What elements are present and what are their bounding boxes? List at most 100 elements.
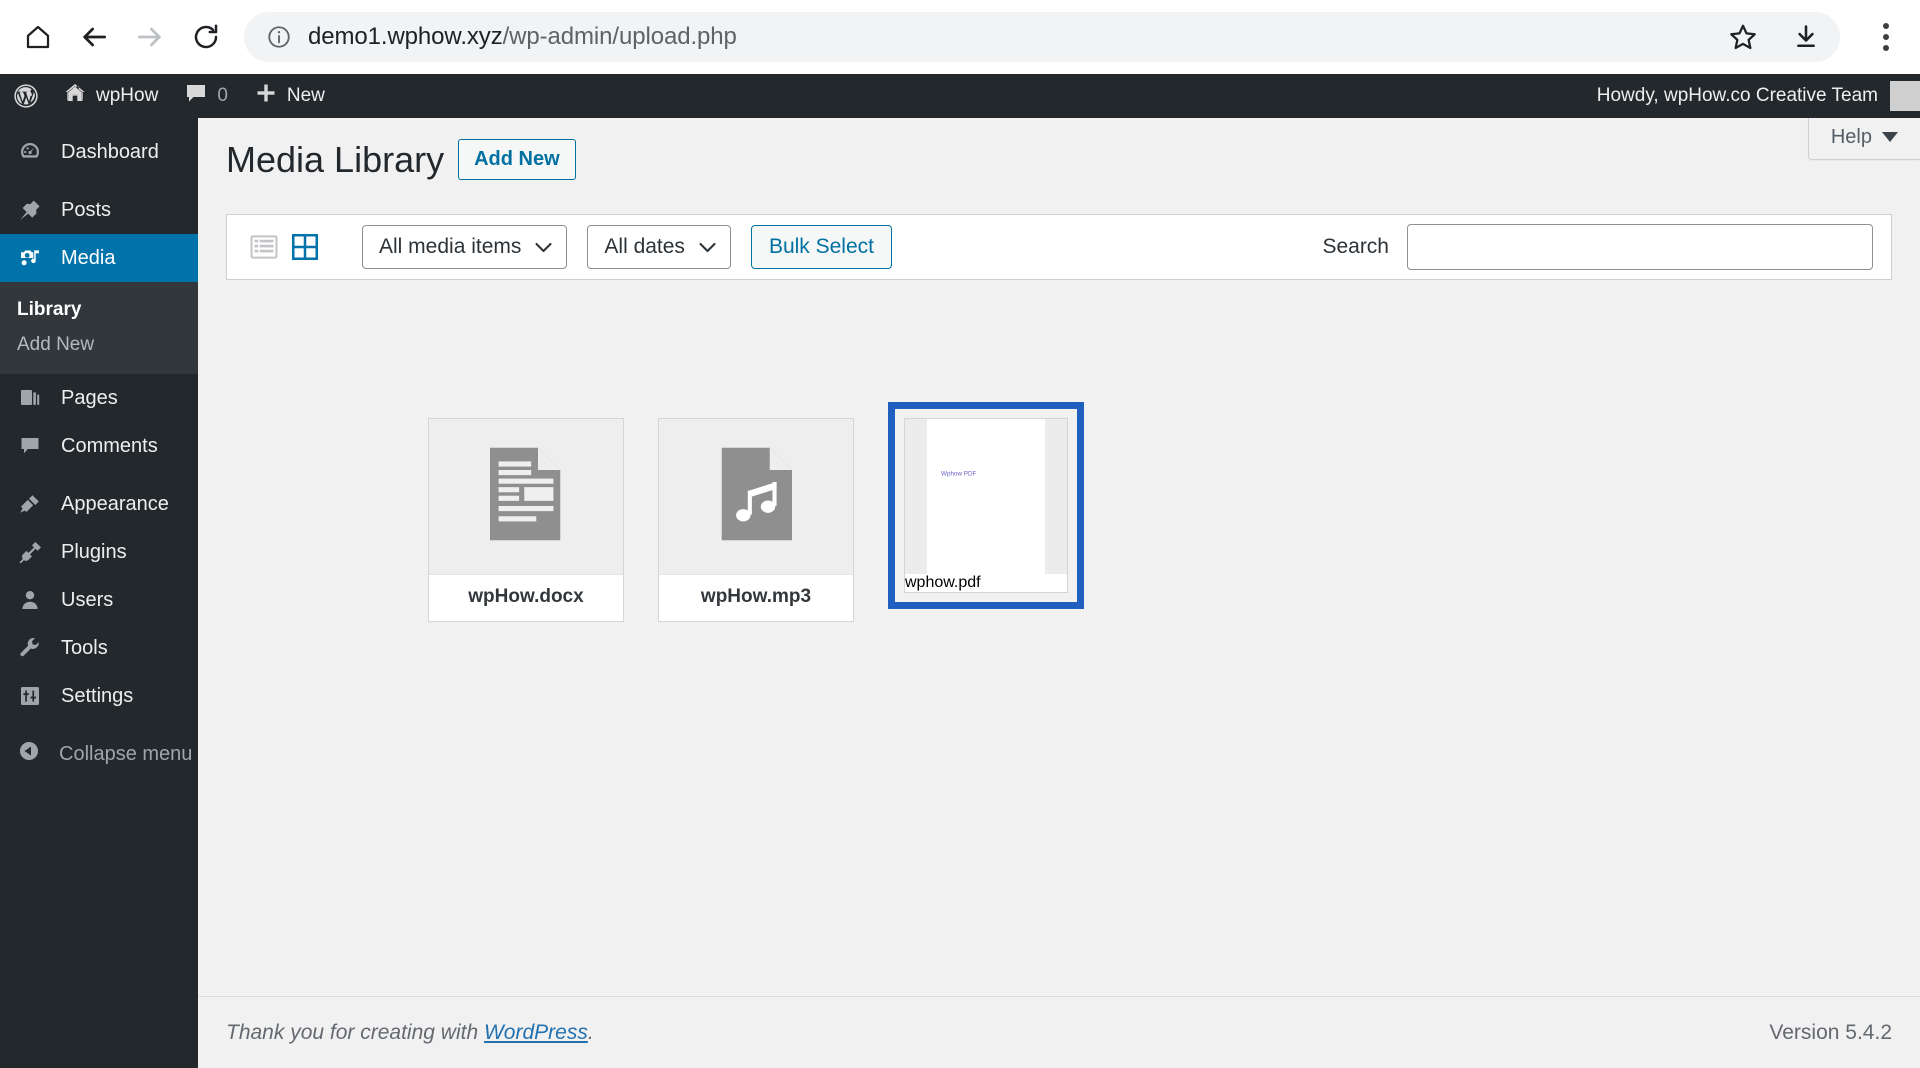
footer-credit: Thank you for creating with WordPress. (226, 1021, 594, 1045)
address-bar-url[interactable]: demo1.wphow.xyz/wp-admin/upload.php (308, 23, 1728, 51)
admin-footer: Thank you for creating with WordPress. V… (198, 996, 1920, 1068)
pdf-page-body: Wphow PDF (927, 419, 1045, 574)
menu-spacer (0, 470, 198, 480)
sidebar-item-label: Pages (61, 386, 118, 409)
sidebar-item-label: Media (61, 246, 116, 269)
comment-icon (17, 433, 43, 459)
sidebar-item-tools[interactable]: Tools (0, 624, 198, 672)
page-title: Media Library (226, 139, 445, 180)
media-item-filename: wpHow.mp3 (659, 574, 853, 621)
submenu-item-label: Add New (17, 333, 95, 355)
sidebar-item-media-library[interactable]: Library (0, 292, 198, 327)
wordpress-link[interactable]: WordPress (484, 1021, 588, 1044)
download-icon[interactable] (1792, 23, 1820, 51)
sidebar-item-label: Tools (61, 636, 108, 659)
media-item-filename: wphow.pdf (905, 574, 981, 591)
add-new-button[interactable]: Add New (458, 139, 576, 181)
sidebar-item-media-add-new[interactable]: Add New (0, 327, 198, 362)
chevron-down-icon (1882, 126, 1898, 149)
collapse-menu-button[interactable]: Collapse menu (0, 730, 198, 778)
browser-toolbar: demo1.wphow.xyz/wp-admin/upload.php (0, 0, 1920, 74)
media-search: Search (1322, 224, 1873, 270)
address-bar[interactable]: demo1.wphow.xyz/wp-admin/upload.php (244, 12, 1840, 62)
sidebar-item-plugins[interactable]: Plugins (0, 528, 198, 576)
footer-credit-suffix: . (587, 1020, 594, 1044)
dashboard-icon (17, 139, 43, 165)
sidebar-item-settings[interactable]: Settings (0, 672, 198, 720)
sidebar-item-label: Appearance (61, 492, 169, 515)
admin-sidebar-menu: Dashboard Posts Media Library Add New Pa… (0, 118, 206, 1068)
sidebar-item-users[interactable]: Users (0, 576, 198, 624)
star-icon[interactable] (1728, 22, 1758, 52)
wp-admin-bar: wpHow 0 New Howdy, wpHow.co Creative Tea… (0, 74, 1920, 118)
adminbar-new-label: New (286, 85, 325, 106)
grid-view-icon[interactable] (286, 228, 324, 266)
comment-bubble-icon (184, 81, 208, 111)
chevron-down-icon (699, 235, 716, 259)
user-icon (17, 587, 43, 613)
date-filter-select[interactable]: All dates (587, 225, 731, 269)
wordpress-logo-icon[interactable] (0, 74, 50, 118)
media-grid: wpHow.docx wpHow.mp3 Wphow PDF wphow.pdf (428, 402, 1868, 622)
kebab-menu-icon[interactable] (1858, 9, 1914, 65)
pdf-page-margin-right (1045, 419, 1067, 574)
wrench-icon (17, 635, 43, 661)
home-icon (63, 81, 87, 111)
page-header: Media Library Add New (226, 138, 576, 181)
footer-version: Version 5.4.2 (1769, 1020, 1892, 1044)
submenu-item-label: Library (17, 298, 82, 320)
media-item-mp3[interactable]: wpHow.mp3 (658, 418, 854, 622)
media-cell: Wphow PDF wphow.pdf (888, 392, 1118, 609)
paintbrush-icon (17, 491, 43, 517)
sidebar-item-label: Users (61, 588, 114, 611)
sidebar-item-label: Settings (61, 684, 134, 707)
collapse-menu-label: Collapse menu (59, 742, 193, 765)
collapse-arrow-icon (17, 739, 41, 769)
search-label: Search (1322, 235, 1389, 258)
list-view-icon[interactable] (245, 228, 283, 266)
plug-icon (17, 539, 43, 565)
home-icon[interactable] (10, 9, 66, 65)
adminbar-comments[interactable]: 0 (171, 74, 241, 118)
help-tab-container: Help (1807, 118, 1920, 160)
sidebar-item-label: Posts (61, 198, 112, 221)
sidebar-item-comments[interactable]: Comments (0, 422, 198, 470)
pdf-page-preview: Wphow PDF (905, 419, 1067, 574)
menu-spacer (0, 118, 198, 128)
sidebar-item-appearance[interactable]: Appearance (0, 480, 198, 528)
site-info-icon[interactable] (266, 24, 292, 50)
media-type-filter-select[interactable]: All media items (362, 225, 568, 269)
media-item-pdf-selected[interactable]: Wphow PDF wphow.pdf (888, 402, 1084, 609)
search-input[interactable] (1407, 224, 1873, 270)
bulk-select-button[interactable]: Bulk Select (750, 225, 892, 269)
sidebar-item-pages[interactable]: Pages (0, 374, 198, 422)
media-type-filter-value: All media items (379, 235, 522, 258)
admin-content-area: Help Media Library Add New All media ite… (198, 118, 1920, 1068)
adminbar-new-content[interactable]: New (241, 74, 338, 118)
adminbar-site-name-label: wpHow (96, 85, 159, 106)
sidebar-item-dashboard[interactable]: Dashboard (0, 128, 198, 176)
settings-sliders-icon (17, 683, 43, 709)
pages-icon (17, 385, 43, 411)
document-file-icon (484, 446, 568, 547)
adminbar-my-account[interactable]: Howdy, wpHow.co Creative Team (1597, 81, 1920, 111)
menu-spacer (0, 176, 198, 186)
media-cell: wpHow.mp3 (658, 408, 888, 622)
howdy-label: Howdy, wpHow.co Creative Team (1596, 85, 1878, 106)
reload-icon[interactable] (178, 9, 234, 65)
media-item-pdf-frame: Wphow PDF wphow.pdf (904, 418, 1068, 593)
media-icon (17, 245, 43, 271)
date-filter-value: All dates (604, 235, 685, 258)
help-tab-label: Help (1830, 126, 1872, 148)
back-arrow-icon[interactable] (66, 9, 122, 65)
forward-arrow-icon (122, 9, 178, 65)
sidebar-item-media[interactable]: Media (0, 234, 206, 282)
media-item-docx[interactable]: wpHow.docx (428, 418, 624, 622)
media-thumbnail (659, 419, 853, 574)
sidebar-item-label: Dashboard (61, 140, 159, 163)
menu-spacer (0, 720, 198, 730)
pdf-preview-text: Wphow PDF (941, 471, 977, 478)
help-tab-button[interactable]: Help (1807, 118, 1920, 160)
sidebar-item-posts[interactable]: Posts (0, 186, 198, 234)
adminbar-site-name[interactable]: wpHow (50, 74, 171, 118)
